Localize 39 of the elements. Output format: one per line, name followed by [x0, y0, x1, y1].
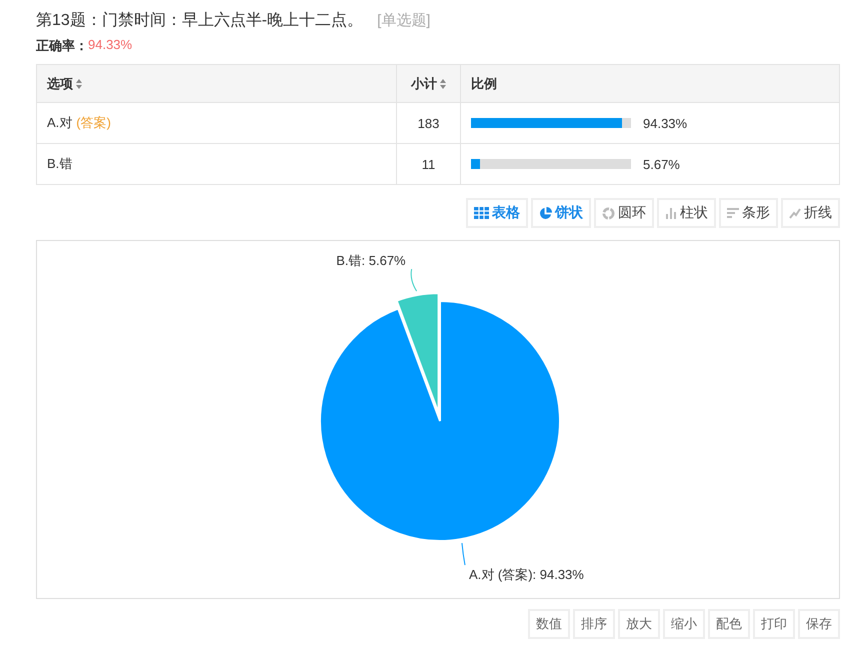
- option-text: A.对: [47, 114, 72, 132]
- tool-button[interactable]: 数值: [528, 609, 570, 639]
- tool-button[interactable]: 排序: [573, 609, 615, 639]
- slice-label: B.错: 5.67%: [336, 253, 406, 268]
- line-chart-icon: [789, 207, 801, 219]
- sort-icon: [76, 78, 82, 88]
- tool-button[interactable]: 保存: [798, 609, 840, 639]
- count-text: 11: [422, 156, 436, 172]
- question-type: [单选题]: [377, 11, 430, 30]
- chart-type-tab[interactable]: 表格: [466, 198, 528, 228]
- tool-button[interactable]: 配色: [708, 609, 750, 639]
- question-title: 第13题：门禁时间：早上六点半-晚上十二点。: [36, 10, 364, 31]
- tool-button[interactable]: 放大: [618, 609, 660, 639]
- column-header: 选项: [47, 74, 73, 92]
- pie-icon: [539, 206, 552, 220]
- chart-type-tab[interactable]: 条形: [719, 198, 778, 228]
- option-text: B.错: [47, 155, 72, 173]
- chart-type-tab[interactable]: 柱状: [657, 198, 716, 228]
- chart-type-tab[interactable]: 圆环: [594, 198, 654, 228]
- accuracy-label: 正确率：: [36, 37, 88, 55]
- tool-button[interactable]: 打印: [753, 609, 795, 639]
- accuracy-value: 94.33%: [88, 37, 132, 54]
- sort-icon: [440, 78, 446, 88]
- leader-line: [410, 268, 418, 292]
- chart-type-tab[interactable]: 饼状: [531, 198, 591, 228]
- percent-text: 94.33%: [643, 116, 688, 130]
- slice-label: A.对 (答案): 94.33%: [468, 567, 584, 582]
- column-header: 小计: [411, 74, 437, 92]
- grid-icon: [474, 207, 489, 219]
- lines-icon: [727, 207, 739, 219]
- column-header: 比例: [471, 74, 497, 92]
- chart-type-tab[interactable]: 折线: [781, 198, 840, 228]
- percent-text: 5.67%: [643, 156, 680, 172]
- ring-icon: [602, 206, 615, 220]
- answer-tag: (答案): [76, 114, 111, 132]
- tool-button[interactable]: 缩小: [663, 609, 705, 639]
- leader-line: [461, 542, 466, 566]
- bar-chart-icon: [665, 207, 677, 219]
- count-text: 183: [418, 116, 440, 130]
